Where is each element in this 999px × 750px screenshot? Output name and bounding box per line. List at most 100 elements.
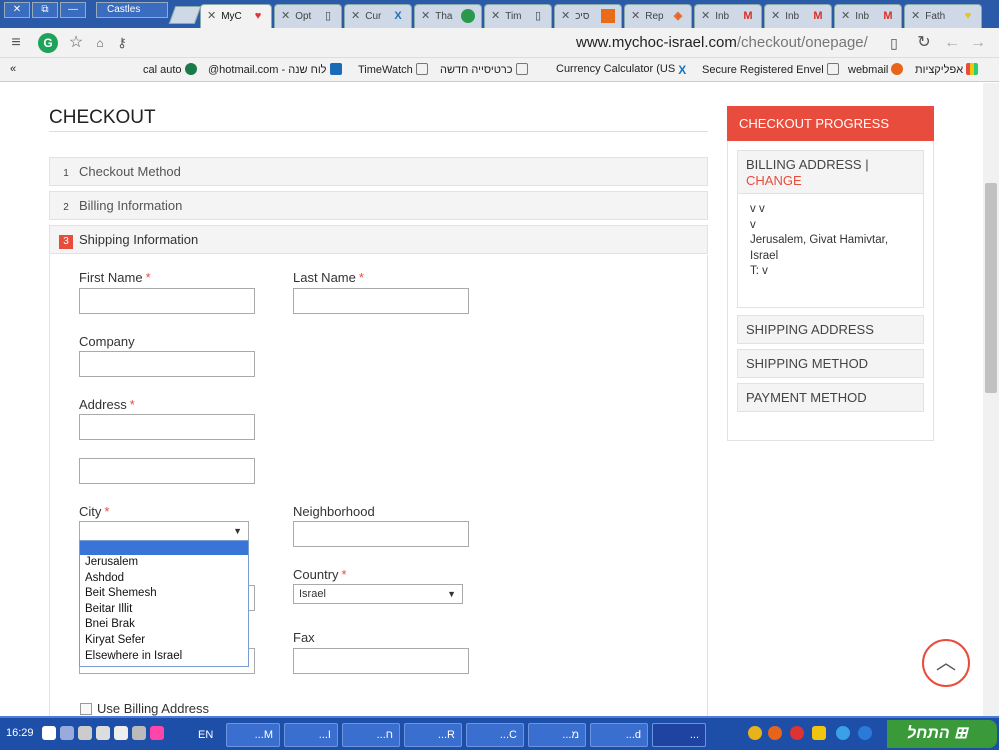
address-label: Address * <box>79 397 135 412</box>
opera-icon[interactable] <box>790 726 804 740</box>
tray-icon[interactable] <box>60 726 74 740</box>
city-option-elsewhere[interactable]: Elsewhere in Israel <box>80 649 248 665</box>
step-shipping-information[interactable]: 3 Shipping Information <box>49 225 708 254</box>
close-tab-icon[interactable]: ✕ <box>561 10 570 22</box>
city-option-bnei-brak[interactable]: Bnei Brak <box>80 617 248 633</box>
country-select[interactable]: Israel ▼ <box>293 584 463 604</box>
bookmark-cal-auto[interactable]: cal auto <box>143 63 200 76</box>
tab-options[interactable]: ✕ Opt ▯ <box>274 4 342 28</box>
back-icon[interactable]: ← <box>942 33 962 53</box>
tray-icon[interactable] <box>96 726 110 740</box>
tray-icon[interactable] <box>132 726 146 740</box>
start-button[interactable]: התחל ⊞ <box>887 720 997 748</box>
neighborhood-input[interactable] <box>293 521 469 547</box>
close-tab-icon[interactable]: ✕ <box>771 10 780 22</box>
use-billing-address-checkbox[interactable] <box>80 703 92 715</box>
city-option-jerusalem[interactable]: Jerusalem <box>80 555 248 571</box>
close-tab-icon[interactable]: ✕ <box>701 10 710 22</box>
forward-icon[interactable]: → <box>968 33 988 53</box>
gmail-icon: M <box>743 10 753 22</box>
folder-icon[interactable] <box>812 726 826 740</box>
bookmark-currency[interactable]: Currency Calculator (US X <box>556 63 693 76</box>
change-billing-link[interactable]: CHANGE <box>746 173 802 188</box>
tray-icon[interactable] <box>42 726 56 740</box>
taskbar-item[interactable]: ...I <box>284 723 338 747</box>
volume-icon[interactable] <box>114 726 128 740</box>
scroll-to-top-button[interactable]: ︿ <box>922 639 970 687</box>
restore-window-icon[interactable]: ⧉ <box>32 2 58 18</box>
last-name-input[interactable] <box>293 288 469 314</box>
tab-inbox-3[interactable]: ✕ Inb M <box>834 4 902 28</box>
tab-thanks[interactable]: ✕ Tha <box>414 4 482 28</box>
page-icon: ▯ <box>324 10 332 22</box>
close-tab-icon[interactable]: ✕ <box>421 10 430 22</box>
step-billing-information[interactable]: 2 Billing Information <box>49 191 708 220</box>
bookmark-webmail[interactable]: webmail <box>848 63 906 76</box>
ie-icon[interactable] <box>836 726 850 740</box>
tab-inbox-1[interactable]: ✕ Inb M <box>694 4 762 28</box>
close-tab-icon[interactable]: ✕ <box>281 10 290 22</box>
page-icon: ▯ <box>534 10 542 22</box>
reload-icon[interactable]: ↻ <box>914 33 934 53</box>
tab-mychoc[interactable]: ✕ MyC ♥ <box>200 4 272 28</box>
bookmark-timewatch[interactable]: TimeWatch <box>358 63 431 76</box>
step-checkout-method[interactable]: 1 Checkout Method <box>49 157 708 186</box>
taskbar-item[interactable]: ...R <box>404 723 462 747</box>
tray-icon[interactable] <box>150 726 164 740</box>
close-tab-icon[interactable]: ✕ <box>351 10 360 22</box>
bookmark-new-tab[interactable]: כרטיסייה חדשה <box>440 63 531 76</box>
city-select[interactable]: ▼ <box>79 521 249 541</box>
close-tab-icon[interactable]: ✕ <box>911 10 920 22</box>
tab-reports[interactable]: ✕ Rep ◈ <box>624 4 692 28</box>
chrome-icon[interactable] <box>748 726 762 740</box>
grammarly-icon[interactable]: G <box>38 33 58 53</box>
menu-icon[interactable]: ≡ <box>6 33 26 53</box>
taskbar-item[interactable]: ...ח <box>342 723 400 747</box>
taskbar-item[interactable]: ...M <box>226 723 280 747</box>
address-line1-input[interactable] <box>79 414 255 440</box>
fax-input[interactable] <box>293 648 469 674</box>
taskbar-item[interactable]: ...d <box>590 723 648 747</box>
city-option-beit-shemesh[interactable]: Beit Shemesh <box>80 586 248 602</box>
castles-app-button[interactable]: Castles <box>96 2 168 18</box>
company-input[interactable] <box>79 351 255 377</box>
tab-currency[interactable]: ✕ Cur X <box>344 4 412 28</box>
address-bar[interactable]: www.mychoc-israel.com/checkout/onepage/ <box>576 34 868 51</box>
close-window-icon[interactable]: ✕ <box>4 2 30 18</box>
key-icon[interactable]: ⚷ <box>112 33 132 53</box>
last-name-label: Last Name * <box>293 270 364 285</box>
bookmarks-overflow-chevron[interactable]: « <box>10 63 16 75</box>
page-scrollbar[interactable] <box>983 83 999 716</box>
city-option-blank[interactable] <box>80 541 248 555</box>
close-tab-icon[interactable]: ✕ <box>207 10 216 22</box>
close-tab-icon[interactable]: ✕ <box>841 10 850 22</box>
bookmark-secure[interactable]: Secure Registered Envel <box>702 63 842 76</box>
city-option-beitar-illit[interactable]: Beitar Illit <box>80 602 248 618</box>
taskbar-item[interactable]: ...מ <box>528 723 586 747</box>
first-name-label: First Name * <box>79 270 151 285</box>
language-indicator[interactable]: EN <box>198 729 213 741</box>
bookmark-star-icon[interactable]: ☆ <box>66 33 86 53</box>
close-tab-icon[interactable]: ✕ <box>491 10 500 22</box>
taskbar-item[interactable]: ...C <box>466 723 524 747</box>
taskbar-item-chrome[interactable]: ... <box>652 723 706 747</box>
close-tab-icon[interactable]: ✕ <box>631 10 640 22</box>
billing-address-title: BILLING ADDRESS | CHANGE <box>738 151 923 194</box>
city-option-kiryat-sefer[interactable]: Kiryat Sefer <box>80 633 248 649</box>
city-option-ashdod[interactable]: Ashdod <box>80 571 248 587</box>
tab-father[interactable]: ✕ Fath ♥ <box>904 4 982 28</box>
tab-inbox-2[interactable]: ✕ Inb M <box>764 4 832 28</box>
tab-timewatch[interactable]: ✕ Tim ▯ <box>484 4 552 28</box>
scrollbar-thumb[interactable] <box>985 183 997 393</box>
new-tab-button[interactable] <box>168 6 202 24</box>
translate-icon[interactable]: ⌂ <box>90 33 110 53</box>
bookmark-apps[interactable]: אפליקציות <box>915 63 981 76</box>
first-name-input[interactable] <box>79 288 255 314</box>
minimize-window-icon[interactable]: — <box>60 2 86 18</box>
tray-icon[interactable] <box>78 726 92 740</box>
address-line2-input[interactable] <box>79 458 255 484</box>
tab-summary[interactable]: ✕ סיכ <box>554 4 622 28</box>
ie-icon[interactable] <box>858 726 872 740</box>
bookmark-hotmail[interactable]: @hotmail.com - לוח שנה <box>208 63 345 76</box>
media-icon[interactable] <box>768 726 782 740</box>
